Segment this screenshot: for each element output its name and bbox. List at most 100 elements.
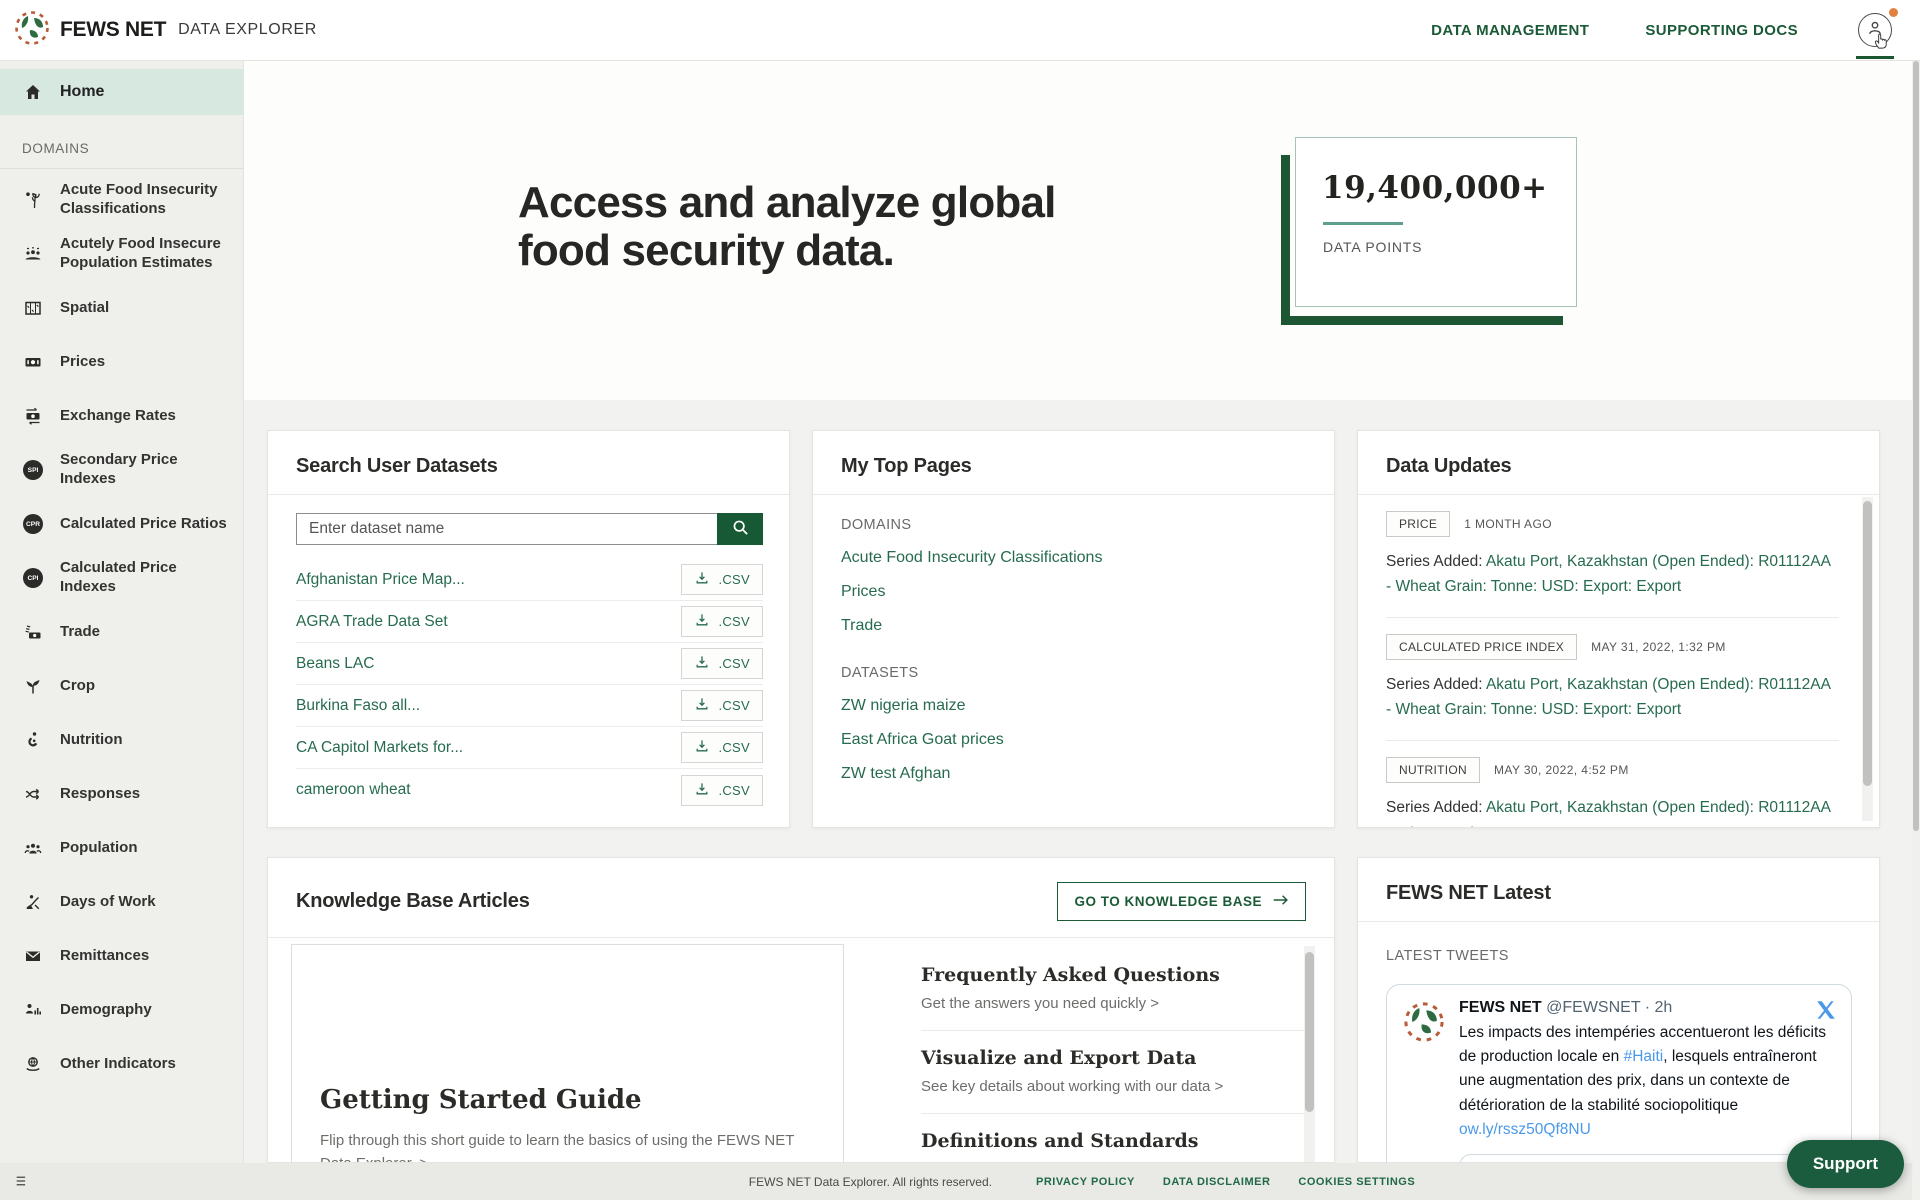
other-indicators-icon: [22, 1054, 44, 1074]
tweet-text: Les impacts des intempéries accentueront…: [1459, 1021, 1841, 1142]
download-icon: [694, 654, 710, 673]
top-dataset-link-east-africa-goat-prices[interactable]: East Africa Goat prices: [841, 731, 1306, 749]
sidebar-item-acutely-food-insecure-population-estimates[interactable]: Acutely Food Insecure Population Estimat…: [0, 227, 243, 281]
update-category-badge: CALCULATED PRICE INDEX: [1386, 634, 1577, 660]
sidebar-item-crop[interactable]: Crop: [0, 659, 243, 713]
sidebar-item-prices[interactable]: Prices: [0, 335, 243, 389]
tweet-card[interactable]: FEWS NET @FEWSNET · 2h Les impacts des i…: [1386, 984, 1852, 1163]
card-divider: [268, 937, 1334, 938]
demography-icon: [22, 1000, 44, 1020]
dataset-link[interactable]: Burkina Faso all...: [296, 697, 420, 715]
article-item-definitions-standards[interactable]: Definitions and Standards: [921, 1114, 1304, 1163]
card-scrollbar[interactable]: [1862, 497, 1873, 821]
dataset-search-input[interactable]: [296, 513, 717, 545]
article-item-visualize-export[interactable]: Visualize and Export Data See key detail…: [921, 1031, 1304, 1114]
top-dataset-link-zw-nigeria-maize[interactable]: ZW nigeria maize: [841, 697, 1306, 715]
brand-name: FEWS NET: [60, 18, 166, 42]
latest-tweets-label: LATEST TWEETS: [1386, 948, 1851, 964]
trade-icon: [22, 622, 44, 642]
download-icon: [694, 612, 710, 631]
knowledge-article-list: Frequently Asked Questions Get the answe…: [921, 948, 1304, 1163]
envelope-icon: [22, 946, 44, 966]
search-button[interactable]: [717, 513, 763, 545]
csv-download-button[interactable]: .CSV: [681, 564, 763, 595]
footer-link-data-disclaimer[interactable]: DATA DISCLAIMER: [1163, 1176, 1271, 1188]
top-header: FEWS NET DATA EXPLORER DATA MANAGEMENT S…: [0, 0, 1920, 61]
tweet-link[interactable]: ow.ly/rssz50Qf8NU: [1459, 1121, 1591, 1138]
exchange-rates-icon: [22, 406, 44, 426]
sidebar-item-demography[interactable]: Demography: [0, 983, 243, 1037]
dataset-row: AGRA Trade Data Set .CSV: [296, 601, 763, 643]
x-logo-icon[interactable]: [1815, 999, 1837, 1026]
sidebar-item-spatial[interactable]: Spatial: [0, 281, 243, 335]
top-page-link-afic[interactable]: Acute Food Insecurity Classifications: [841, 549, 1306, 567]
guide-description: Flip through this short guide to learn t…: [320, 1129, 803, 1163]
stat-value: 19,400,000+: [1322, 170, 1576, 206]
csv-download-button[interactable]: .CSV: [681, 732, 763, 763]
download-icon: [694, 781, 710, 800]
update-category-badge: PRICE: [1386, 511, 1450, 537]
dataset-link[interactable]: cameroon wheat: [296, 781, 411, 799]
sidebar-item-remittances[interactable]: Remittances: [0, 929, 243, 983]
days-of-work-icon: [22, 892, 44, 912]
sidebar: Home DOMAINS Acute Food Insecurity Class…: [0, 61, 244, 1200]
update-prefix: Series Added:: [1386, 799, 1483, 816]
article-item-faq[interactable]: Frequently Asked Questions Get the answe…: [921, 948, 1304, 1031]
list-icon[interactable]: [12, 1173, 27, 1194]
dataset-link[interactable]: CA Capitol Markets for...: [296, 739, 463, 757]
sidebar-item-secondary-price-indexes[interactable]: SPI Secondary Price Indexes: [0, 443, 243, 497]
update-entry: PRICE 1 MONTH AGO Series Added: Akatu Po…: [1386, 495, 1839, 618]
footer-bar: FEWS NET Data Explorer. All rights reser…: [0, 1163, 1920, 1200]
dataset-row: Burkina Faso all... .CSV: [296, 685, 763, 727]
data-updates-title: Data Updates: [1386, 455, 1511, 478]
article-list-scrollbar[interactable]: [1304, 946, 1315, 1162]
notification-dot: [1889, 8, 1898, 17]
sidebar-item-responses[interactable]: Responses: [0, 767, 243, 821]
sidebar-item-exchange-rates[interactable]: Exchange Rates: [0, 389, 243, 443]
page-scrollbar[interactable]: [1912, 61, 1920, 1200]
update-category-badge: NUTRITION: [1386, 757, 1480, 783]
download-icon: [694, 696, 710, 715]
dataset-link[interactable]: Afghanistan Price Map...: [296, 571, 465, 589]
update-entry: NUTRITION MAY 30, 2022, 4:52 PM Series A…: [1386, 741, 1839, 828]
csv-download-button[interactable]: .CSV: [681, 606, 763, 637]
download-icon: [694, 570, 710, 589]
sidebar-item-population[interactable]: Population: [0, 821, 243, 875]
dataset-link[interactable]: AGRA Trade Data Set: [296, 613, 448, 631]
tweet-author[interactable]: FEWS NET: [1459, 999, 1542, 1016]
dataset-row: Beans LAC .CSV: [296, 643, 763, 685]
sidebar-item-calculated-price-ratios[interactable]: CPR Calculated Price Ratios: [0, 497, 243, 551]
support-button[interactable]: Support: [1787, 1140, 1904, 1188]
tweet-hashtag[interactable]: #Haiti: [1624, 1048, 1664, 1065]
sidebar-item-acute-food-insecurity-classifications[interactable]: Acute Food Insecurity Classifications: [0, 173, 243, 227]
nav-supporting-docs[interactable]: SUPPORTING DOCS: [1645, 22, 1798, 39]
sidebar-item-calculated-price-indexes[interactable]: CPI Calculated Price Indexes: [0, 551, 243, 605]
update-prefix: Series Added:: [1386, 553, 1483, 570]
top-page-link-prices[interactable]: Prices: [841, 583, 1306, 601]
map-icon: [22, 298, 44, 318]
sidebar-item-other-indicators[interactable]: Other Indicators: [0, 1037, 243, 1091]
sidebar-nav-list: Acute Food Insecurity Classifications Ac…: [0, 169, 243, 1091]
sidebar-item-days-of-work[interactable]: Days of Work: [0, 875, 243, 929]
getting-started-guide-card[interactable]: Getting Started Guide Flip through this …: [291, 944, 844, 1163]
brand[interactable]: FEWS NET DATA EXPLORER: [14, 10, 317, 51]
top-page-link-trade[interactable]: Trade: [841, 617, 1306, 635]
footer-link-privacy-policy[interactable]: PRIVACY POLICY: [1036, 1176, 1135, 1188]
csv-download-button[interactable]: .CSV: [681, 648, 763, 679]
update-timestamp: 1 MONTH AGO: [1464, 517, 1552, 531]
fewsnet-globe-logo: [14, 10, 50, 51]
csv-download-button[interactable]: .CSV: [681, 690, 763, 721]
stat-label: DATA POINTS: [1323, 239, 1576, 255]
tweet-embed-card[interactable]: FEWS NET USAID FROM THE AMERICAN PEOPLE: [1459, 1154, 1841, 1163]
top-dataset-link-zw-test-afghan[interactable]: ZW test Afghan: [841, 765, 1306, 783]
nav-data-management[interactable]: DATA MANAGEMENT: [1431, 22, 1589, 39]
go-to-knowledge-base-button[interactable]: GO TO KNOWLEDGE BASE: [1057, 882, 1306, 921]
sidebar-item-nutrition[interactable]: Nutrition: [0, 713, 243, 767]
sidebar-item-home[interactable]: Home: [0, 69, 243, 115]
sidebar-item-trade[interactable]: Trade: [0, 605, 243, 659]
dataset-link[interactable]: Beans LAC: [296, 655, 374, 673]
csv-download-button[interactable]: .CSV: [681, 775, 763, 806]
cpr-badge-icon: CPR: [22, 514, 44, 534]
update-timestamp: MAY 30, 2022, 4:52 PM: [1494, 763, 1629, 777]
footer-link-cookies-settings[interactable]: COOKIES SETTINGS: [1298, 1176, 1415, 1188]
